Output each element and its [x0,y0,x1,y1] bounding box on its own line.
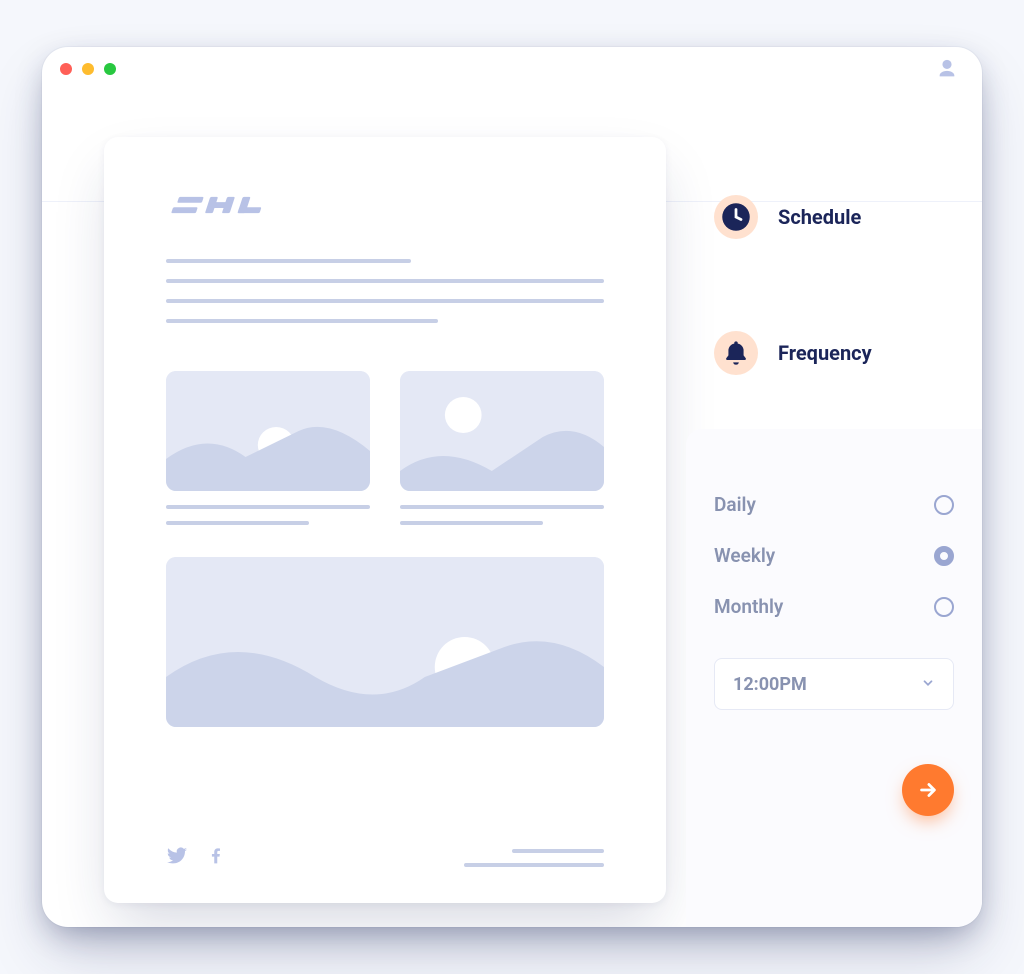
placeholder-line [166,279,604,283]
image-placeholder [400,371,604,491]
facebook-icon[interactable] [206,845,226,871]
titlebar [42,47,982,91]
window-minimize-button[interactable] [82,63,94,75]
tab-label: Schedule [778,205,861,229]
tab-label: Frequency [778,341,872,365]
radio-indicator [934,495,954,515]
frequency-option-weekly[interactable]: Weekly [714,544,954,567]
option-label: Daily [714,493,756,516]
signature-placeholder [464,849,604,867]
bell-icon [714,331,758,375]
time-value: 12:00PM [733,674,807,695]
option-label: Weekly [714,544,775,567]
placeholder-line [166,299,604,303]
image-placeholder-large [166,557,604,727]
placeholder-line [166,319,438,323]
social-links [166,845,226,871]
placeholder-line [464,863,604,867]
image-placeholder [166,371,370,491]
window-controls [60,63,116,75]
window-close-button[interactable] [60,63,72,75]
tab-schedule[interactable]: Schedule [686,181,982,253]
window-zoom-button[interactable] [104,63,116,75]
twitter-icon[interactable] [166,845,188,871]
placeholder-line [166,521,309,525]
user-icon [936,58,958,80]
brand-logo [166,193,604,219]
email-preview-card [104,137,666,903]
placeholder-line [512,849,604,853]
frequency-panel: Daily Weekly Monthly 12:00PM [686,429,982,927]
app-window: Schedule Frequency Daily [42,47,982,927]
frequency-option-daily[interactable]: Daily [714,493,954,516]
arrow-right-icon [917,779,939,801]
radio-indicator [934,597,954,617]
placeholder-line [166,259,411,263]
placeholder-line [400,521,543,525]
next-button[interactable] [902,764,954,816]
chevron-down-icon [921,675,935,694]
frequency-option-monthly[interactable]: Monthly [714,595,954,618]
placeholder-line [400,505,604,509]
tab-frequency[interactable]: Frequency [686,317,982,389]
placeholder-line [166,505,370,509]
preview-article-2 [400,371,604,525]
time-select[interactable]: 12:00PM [714,658,954,710]
preview-article-1 [166,371,370,525]
option-label: Monthly [714,595,783,618]
radio-indicator [934,546,954,566]
preview-heading-placeholder [166,259,604,323]
clock-icon [714,195,758,239]
account-button[interactable] [934,56,960,82]
